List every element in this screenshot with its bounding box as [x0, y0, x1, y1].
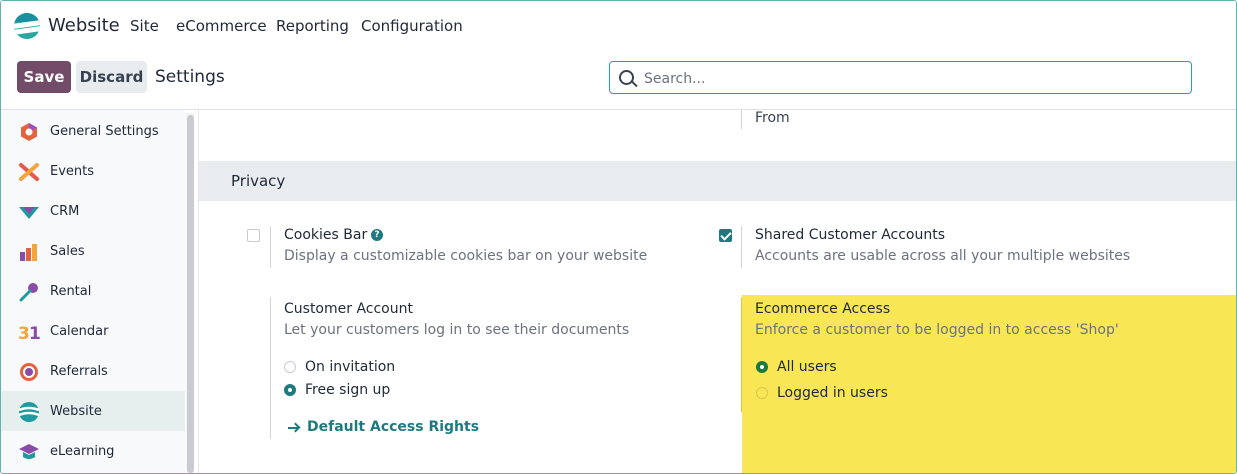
ecommerce-access-title: Ecommerce Access	[755, 301, 891, 317]
cookies-bar-checkbox[interactable]	[247, 229, 260, 242]
menu-ecommerce[interactable]: eCommerce	[176, 17, 267, 35]
settings-sidebar: General Settings Events CRM Sales Rental…	[1, 110, 185, 473]
radio-on-invitation[interactable]	[284, 361, 296, 373]
settings-content: From Privacy Cookies Bar ? Display a cus…	[199, 110, 1236, 473]
sidebar-item-referrals[interactable]: Referrals	[1, 351, 185, 391]
elearning-icon	[19, 444, 39, 459]
svg-text:1: 1	[29, 324, 40, 342]
setting-divider	[270, 226, 271, 268]
discard-button[interactable]: Discard	[76, 61, 147, 93]
sidebar-item-sales[interactable]: Sales	[1, 231, 185, 271]
radio-free-sign-up[interactable]	[284, 384, 296, 396]
arrow-right-icon	[288, 427, 298, 429]
shared-accounts-checkbox[interactable]	[719, 229, 732, 242]
shared-accounts-title: Shared Customer Accounts	[755, 227, 946, 243]
section-title: Privacy	[231, 172, 286, 190]
sidebar-item-rental[interactable]: Rental	[1, 271, 185, 311]
events-icon	[19, 163, 39, 181]
shared-accounts-description: Accounts are usable across all your mult…	[755, 248, 1131, 264]
referrals-icon	[20, 363, 38, 381]
sidebar-scroll-thumb[interactable]	[187, 115, 194, 473]
sidebar-item-label: CRM	[50, 204, 80, 219]
sidebar-item-elearning[interactable]: eLearning	[1, 431, 185, 471]
sidebar-item-label: Events	[50, 164, 95, 179]
setting-divider	[741, 110, 742, 129]
setting-divider	[741, 226, 742, 268]
sidebar-item-website[interactable]: Website	[1, 391, 185, 431]
cookies-bar-title: Cookies Bar	[284, 227, 368, 243]
sidebar-item-label: Website	[50, 404, 102, 419]
radio-label[interactable]: All users	[777, 359, 837, 375]
radio-label[interactable]: Logged in users	[777, 385, 888, 401]
setting-divider	[741, 297, 742, 412]
sidebar-item-label: Referrals	[50, 364, 108, 379]
ecommerce-access-description: Enforce a customer to be logged in to ac…	[755, 322, 1119, 338]
calendar-icon: 3 1	[18, 324, 40, 342]
website-icon	[18, 402, 40, 422]
setting-divider	[270, 297, 271, 439]
rental-icon	[19, 283, 38, 302]
customer-account-description: Let your customers log in to see their d…	[284, 322, 630, 338]
sidebar-item-events[interactable]: Events	[1, 151, 185, 191]
menu-site[interactable]: Site	[130, 17, 159, 35]
search-input[interactable]	[642, 68, 1166, 90]
search-box[interactable]	[609, 61, 1192, 94]
customer-account-title: Customer Account	[284, 301, 413, 317]
radio-all-users[interactable]	[756, 361, 768, 373]
sidebar-item-label: eLearning	[50, 444, 115, 459]
sidebar-item-calendar[interactable]: 3 1 Calendar	[1, 311, 185, 351]
save-button[interactable]: Save	[17, 61, 71, 93]
website-app-icon[interactable]	[14, 13, 40, 39]
section-header-privacy: Privacy	[199, 161, 1236, 201]
search-icon	[619, 70, 634, 85]
general-settings-icon	[21, 123, 37, 141]
default-access-rights-link[interactable]: Default Access Rights	[307, 419, 479, 435]
sidebar-item-label: General Settings	[50, 124, 159, 139]
from-label: From	[755, 110, 790, 126]
settings-window: Website Site eCommerce Reporting Configu…	[0, 0, 1237, 474]
app-name[interactable]: Website	[48, 15, 120, 36]
help-icon[interactable]: ?	[371, 229, 383, 241]
sidebar-item-label: Sales	[50, 244, 85, 259]
sidebar-item-crm[interactable]: CRM	[1, 191, 185, 231]
top-navbar: Website Site eCommerce Reporting Configu…	[1, 1, 1236, 51]
sidebar-item-label: Rental	[50, 284, 92, 299]
radio-label[interactable]: Free sign up	[305, 382, 390, 398]
sidebar-item-general-settings[interactable]: General Settings	[1, 111, 185, 151]
crm-icon	[19, 207, 39, 219]
page-title: Settings	[155, 67, 225, 87]
cookies-bar-description: Display a customizable cookies bar on yo…	[284, 248, 648, 264]
menu-configuration[interactable]: Configuration	[361, 17, 463, 35]
radio-logged-in-users[interactable]	[756, 387, 768, 399]
sidebar-item-label: Calendar	[50, 324, 109, 339]
menu-reporting[interactable]: Reporting	[276, 17, 349, 35]
radio-label[interactable]: On invitation	[305, 359, 395, 375]
sales-icon	[20, 244, 37, 261]
